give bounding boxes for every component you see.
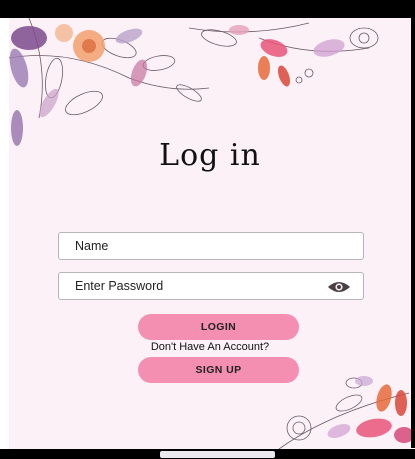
- login-button[interactable]: LOGIN: [138, 314, 299, 340]
- status-bar: [0, 0, 415, 18]
- navigation-bar: [0, 449, 415, 459]
- name-input[interactable]: [59, 233, 363, 259]
- password-input[interactable]: [59, 273, 363, 299]
- password-field[interactable]: [58, 272, 364, 300]
- name-field[interactable]: [58, 232, 364, 260]
- login-screen: Log in LOGIN Don't Have An Account? SIGN…: [9, 18, 411, 449]
- eye-icon[interactable]: [327, 280, 351, 294]
- page-title: Log in: [159, 138, 261, 173]
- home-indicator[interactable]: [160, 451, 275, 458]
- account-prompt[interactable]: Don't Have An Account?: [9, 341, 411, 353]
- floral-decoration-bottom: [278, 376, 411, 449]
- screen-edge: [411, 18, 415, 448]
